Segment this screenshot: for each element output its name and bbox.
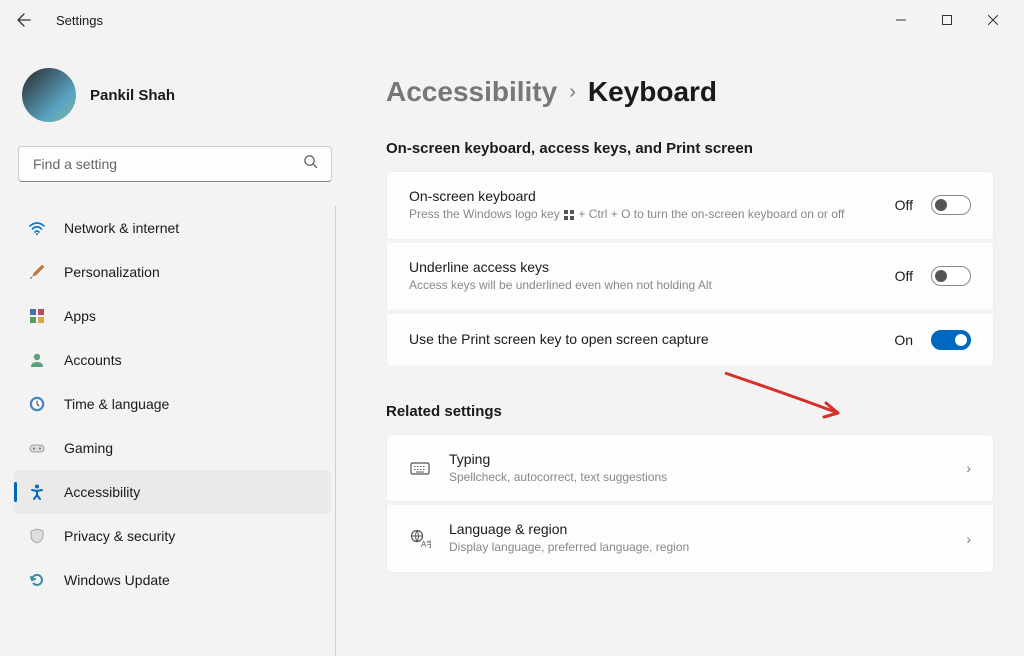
sidebar-item-network[interactable]: Network & internet (14, 206, 331, 250)
update-icon (28, 571, 46, 589)
nav-list: Network & internet Personalization Apps … (14, 206, 336, 656)
related-setting-typing[interactable]: Typing Spellcheck, autocorrect, text sug… (386, 434, 994, 503)
sidebar-item-label: Time & language (64, 396, 169, 412)
profile-name: Pankil Shah (90, 87, 175, 104)
setting-title: Typing (449, 451, 948, 467)
sidebar-item-label: Personalization (64, 264, 160, 280)
sidebar-item-privacy[interactable]: Privacy & security (14, 514, 331, 558)
close-icon (988, 15, 998, 25)
sidebar-item-label: Network & internet (64, 220, 179, 236)
profile-section[interactable]: Pankil Shah (14, 52, 336, 146)
sidebar-item-time-language[interactable]: Time & language (14, 382, 331, 426)
toggle-state-label: On (894, 332, 913, 348)
minimize-icon (896, 15, 906, 25)
sidebar-item-windows-update[interactable]: Windows Update (14, 558, 331, 602)
setting-underline-access-keys[interactable]: Underline access keys Access keys will b… (386, 243, 994, 311)
keyboard-settings-group: On-screen keyboard Press the Windows log… (386, 171, 994, 367)
setting-description: Spellcheck, autocorrect, text suggestion… (449, 469, 948, 486)
clock-icon (28, 395, 46, 413)
sidebar: Pankil Shah Network & internet Personali… (0, 40, 350, 656)
person-icon (28, 351, 46, 369)
toggle-state-label: Off (895, 268, 913, 284)
windows-logo-icon (564, 210, 574, 220)
sidebar-item-label: Accounts (64, 352, 122, 368)
sidebar-item-label: Windows Update (64, 572, 170, 588)
sidebar-item-accessibility[interactable]: Accessibility (14, 470, 331, 514)
section-title: On-screen keyboard, access keys, and Pri… (386, 140, 994, 157)
close-button[interactable] (970, 4, 1016, 36)
setting-title: On-screen keyboard (409, 188, 877, 204)
sidebar-item-label: Gaming (64, 440, 113, 456)
setting-print-screen[interactable]: Use the Print screen key to open screen … (386, 314, 994, 367)
brush-icon (28, 263, 46, 281)
setting-description: Display language, preferred language, re… (449, 539, 948, 556)
setting-onscreen-keyboard[interactable]: On-screen keyboard Press the Windows log… (386, 171, 994, 240)
minimize-button[interactable] (878, 4, 924, 36)
chevron-right-icon: › (569, 81, 576, 104)
setting-title: Language & region (449, 521, 948, 537)
related-setting-language[interactable]: A字 Language & region Display language, p… (386, 505, 994, 573)
maximize-button[interactable] (924, 4, 970, 36)
toggle-print-screen[interactable] (931, 330, 971, 350)
section-title: Related settings (386, 403, 994, 420)
related-settings-group: Typing Spellcheck, autocorrect, text sug… (386, 434, 994, 574)
toggle-underline-access-keys[interactable] (931, 266, 971, 286)
toggle-onscreen-keyboard[interactable] (931, 195, 971, 215)
breadcrumb-current: Keyboard (588, 76, 717, 108)
sidebar-item-label: Privacy & security (64, 528, 175, 544)
breadcrumb: Accessibility › Keyboard (386, 76, 994, 108)
avatar (22, 68, 76, 122)
titlebar: Settings (0, 0, 1024, 40)
wifi-icon (28, 219, 46, 237)
app-title: Settings (56, 13, 103, 28)
gamepad-icon (28, 439, 46, 457)
language-icon: A字 (409, 528, 431, 550)
main-content: Accessibility › Keyboard On-screen keybo… (350, 40, 1024, 656)
search-box (14, 146, 336, 182)
sidebar-item-personalization[interactable]: Personalization (14, 250, 331, 294)
chevron-right-icon: › (966, 531, 971, 547)
setting-title: Underline access keys (409, 259, 877, 275)
setting-description: Access keys will be underlined even when… (409, 277, 877, 294)
chevron-right-icon: › (966, 460, 971, 476)
toggle-state-label: Off (895, 197, 913, 213)
sidebar-item-label: Accessibility (64, 484, 140, 500)
apps-icon (28, 307, 46, 325)
sidebar-item-label: Apps (64, 308, 96, 324)
sidebar-item-accounts[interactable]: Accounts (14, 338, 331, 382)
back-arrow-icon (16, 12, 32, 28)
back-button[interactable] (8, 4, 40, 36)
sidebar-item-apps[interactable]: Apps (14, 294, 331, 338)
breadcrumb-parent[interactable]: Accessibility (386, 76, 557, 108)
setting-title: Use the Print screen key to open screen … (409, 331, 876, 347)
window-controls (878, 4, 1016, 36)
accessibility-icon (28, 483, 46, 501)
setting-description: Press the Windows logo key + Ctrl + O to… (409, 206, 877, 223)
shield-icon (28, 527, 46, 545)
sidebar-item-gaming[interactable]: Gaming (14, 426, 331, 470)
svg-text:A字: A字 (421, 539, 431, 549)
search-input[interactable] (18, 146, 332, 182)
maximize-icon (942, 15, 952, 25)
keyboard-icon (409, 457, 431, 479)
